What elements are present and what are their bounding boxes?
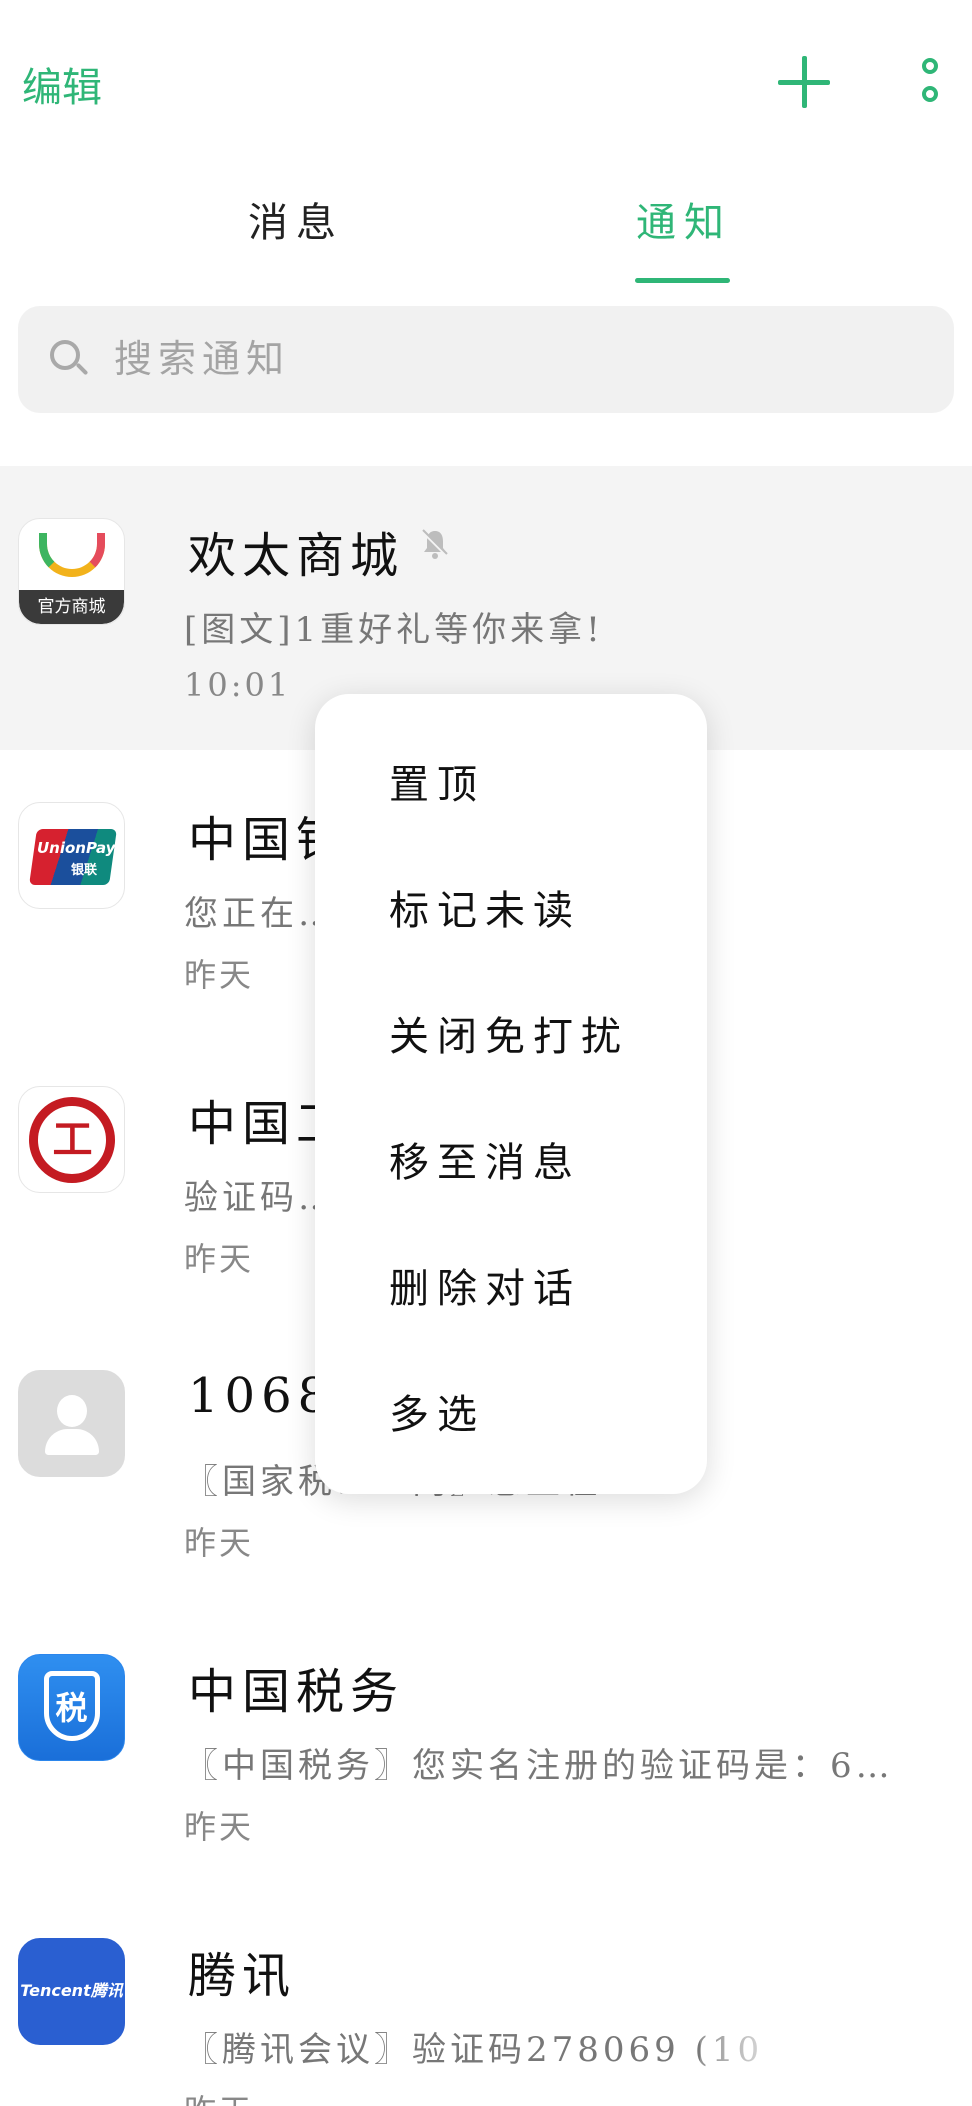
more-vertical-icon[interactable] — [918, 58, 942, 108]
blur-overlay — [700, 2030, 950, 2090]
edit-button[interactable]: 编辑 — [22, 55, 102, 113]
plus-icon[interactable] — [778, 56, 830, 108]
conversation-title: 腾讯 — [188, 1948, 297, 2004]
top-bar: 编辑 — [0, 0, 972, 150]
menu-item-delete-conversation[interactable]: 删除对话 — [389, 1256, 581, 1314]
active-tab-indicator — [635, 278, 730, 283]
conversation-time: 昨天 — [184, 1240, 255, 1278]
tab-messages[interactable]: 消息 — [248, 190, 344, 248]
conversation-title: 中国税务 — [188, 1664, 405, 1720]
conversation-preview: [图文]1重好礼等你来拿! — [184, 610, 604, 650]
menu-item-multi-select[interactable]: 多选 — [389, 1382, 485, 1440]
conversation-time: 昨天 — [184, 2086, 254, 2106]
menu-item-mark-unread[interactable]: 标记未读 — [389, 878, 581, 936]
conversation-time: 昨天 — [184, 956, 255, 994]
conversation-time: 10:01 — [184, 666, 292, 704]
search-input[interactable] — [114, 328, 914, 390]
conversation-time: 昨天 — [184, 1524, 255, 1562]
tencent-avatar: Tencent腾讯 — [18, 1938, 125, 2045]
conversation-preview: 〖中国税务〗您实名注册的验证码是：6… — [184, 1746, 894, 1786]
heytap-mall-avatar: 官方商城 — [18, 518, 125, 625]
menu-item-turn-off-dnd[interactable]: 关闭免打扰 — [389, 1004, 629, 1062]
menu-item-move-to-messages[interactable]: 移至消息 — [389, 1130, 581, 1188]
icbc-avatar: 工 — [18, 1086, 125, 1193]
tab-bar: 消息 通知 — [0, 190, 972, 285]
menu-item-pin[interactable]: 置顶 — [389, 752, 485, 810]
search-icon — [50, 340, 89, 378]
unionpay-avatar: UnionPay 银联 — [18, 802, 125, 909]
tax-shield-avatar: 税 — [18, 1654, 125, 1761]
list-item[interactable]: 税 中国税务 〖中国税务〗您实名注册的验证码是：6… 昨天 — [0, 1602, 972, 1886]
contact-avatar-icon — [18, 1370, 125, 1477]
search-bar[interactable] — [18, 306, 954, 413]
conversation-time: 昨天 — [184, 1808, 255, 1846]
muted-bell-icon — [421, 529, 449, 559]
context-menu: 置顶 标记未读 关闭免打扰 移至消息 删除对话 多选 — [315, 694, 707, 1494]
tab-notifications[interactable]: 通知 — [636, 190, 732, 248]
conversation-title: 欢太商城 — [188, 528, 405, 584]
